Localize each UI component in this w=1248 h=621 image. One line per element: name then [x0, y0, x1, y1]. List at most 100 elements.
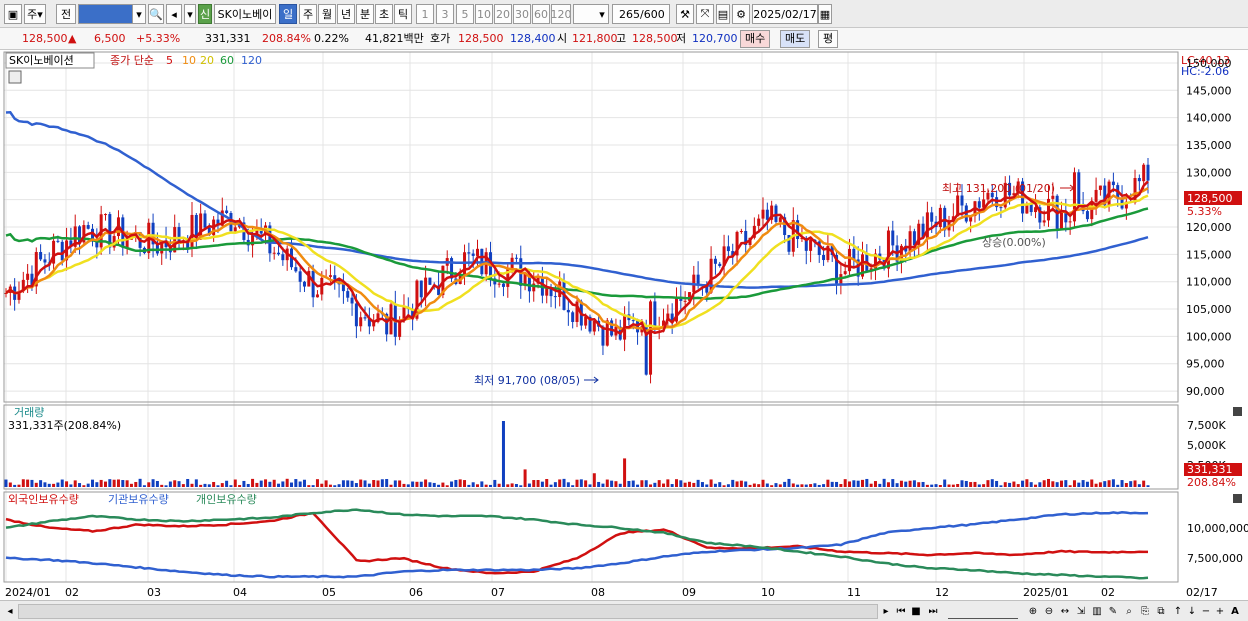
volume-bar [623, 458, 627, 487]
x-label: 02 [1101, 586, 1115, 599]
save-icon[interactable]: ▤ [716, 4, 730, 24]
market-select[interactable]: 주 ▾ [24, 4, 46, 24]
volume-bar [791, 483, 795, 487]
zoom-out-icon[interactable]: ⊖ [1042, 604, 1056, 619]
period-second[interactable]: 초 [375, 4, 393, 24]
volume-bar [787, 478, 791, 487]
volume-bar [618, 483, 622, 487]
first-page-icon[interactable]: ⏮ [894, 604, 908, 619]
expand-icon[interactable]: ⇲ [1074, 604, 1088, 619]
code-dropdown-icon[interactable]: ▾ [132, 4, 146, 24]
period-year[interactable]: 년 [337, 4, 355, 24]
num-3[interactable]: 3 [436, 4, 454, 24]
stock-code-input[interactable] [78, 4, 136, 24]
volume-bar [324, 480, 328, 487]
speaker-dropdown-icon[interactable]: ▾ [184, 4, 196, 24]
speaker-icon[interactable]: ◂ [166, 4, 182, 24]
candle-body [1111, 181, 1115, 186]
buy-button[interactable]: 매수 [740, 30, 771, 48]
candle-body [281, 254, 285, 261]
font-size-icon[interactable]: A [1228, 604, 1242, 619]
volume-bar [610, 480, 614, 487]
chart-tools-icon[interactable]: ⚒ [676, 4, 694, 24]
volume-bar [294, 479, 298, 487]
zoom-slider[interactable] [948, 604, 1018, 619]
date-field[interactable]: 2025/02/17 [752, 4, 818, 24]
candle-body [886, 230, 890, 269]
volume-bar [454, 479, 458, 487]
print-icon[interactable]: ▥ [1090, 604, 1104, 619]
candle-body [233, 227, 237, 232]
plus-icon[interactable]: + [1214, 604, 1226, 619]
volume-panel-close-icon[interactable] [1233, 407, 1242, 416]
period-day[interactable]: 일 [279, 4, 297, 24]
period-month[interactable]: 월 [318, 4, 336, 24]
volume-bar [177, 481, 181, 487]
num-20[interactable]: 20 [494, 4, 512, 24]
volume-bar [424, 479, 428, 487]
price-y-label: 135,000 [1186, 139, 1232, 152]
magnifier-icon[interactable]: ⌕ [1122, 604, 1136, 619]
scroll-right-icon[interactable]: ▸ [880, 604, 892, 619]
volume-bar [1085, 481, 1089, 487]
stock-chart[interactable]: SK이노베이션 종가 단순 5 10 20 60 120 LC:40.13 HC… [0, 50, 1248, 600]
volume-bar [584, 480, 588, 487]
price-y-label: 110,000 [1186, 276, 1232, 289]
volume-bar [718, 482, 722, 487]
volume-bar [990, 479, 994, 487]
search-icon[interactable]: 🔍 [148, 4, 164, 24]
candle-body [566, 309, 570, 313]
stop-icon[interactable]: ■ [910, 604, 922, 619]
crosshair-icon[interactable]: ⤧ [696, 4, 714, 24]
data-table-icon[interactable] [8, 70, 22, 84]
candle-body [103, 214, 107, 216]
period-minute[interactable]: 분 [356, 4, 374, 24]
period-tick[interactable]: 틱 [394, 4, 412, 24]
eval-button[interactable]: 평 [818, 30, 839, 48]
screenshot-icon[interactable]: ⧉ [1154, 604, 1168, 619]
stock-code-field[interactable] [79, 5, 135, 23]
volume-bar [1034, 484, 1038, 487]
horizontal-scrollbar[interactable] [18, 604, 878, 619]
volume-bar [411, 481, 415, 487]
candle-body [1059, 210, 1063, 229]
volume-bar [761, 479, 765, 487]
holding-panel-close-icon[interactable] [1233, 494, 1242, 503]
volume-bar [73, 480, 77, 487]
period-week[interactable]: 주 [299, 4, 317, 24]
ma-legend-60: 60 [220, 54, 234, 67]
volume-bar [125, 480, 129, 487]
fit-icon[interactable]: ↔ [1058, 604, 1072, 619]
count-field[interactable]: 265/600 [612, 4, 670, 24]
num-5[interactable]: 5 [456, 4, 474, 24]
volume-bar [527, 483, 531, 487]
arrow-down-icon[interactable]: ↓ [1186, 604, 1198, 619]
sell-button[interactable]: 매도 [780, 30, 811, 48]
prev-button[interactable]: 전 [56, 4, 76, 24]
last-page-icon[interactable]: ⏭ [926, 604, 940, 619]
volume-bar [359, 479, 363, 487]
calendar-icon[interactable]: ▦ [818, 4, 832, 24]
custom-number-select[interactable]: ▾ [573, 4, 609, 24]
volume-bar [328, 484, 332, 487]
volume-bar [272, 479, 276, 487]
num-60[interactable]: 60 [532, 4, 550, 24]
volume-current-text: 331,331 [1187, 463, 1233, 476]
num-30[interactable]: 30 [513, 4, 531, 24]
zoom-in-icon[interactable]: ⊕ [1026, 604, 1040, 619]
volume-bar [886, 482, 890, 487]
num-10[interactable]: 10 [475, 4, 493, 24]
volume-bar [666, 479, 670, 487]
scroll-left-icon[interactable]: ◂ [4, 604, 16, 619]
copy-icon[interactable]: ⎘ [1138, 604, 1152, 619]
window-menu-icon[interactable]: ▣ [4, 4, 22, 24]
minus-icon[interactable]: − [1200, 604, 1212, 619]
volume-bar [982, 484, 986, 487]
arrow-up-icon[interactable]: ↑ [1172, 604, 1184, 619]
gear-icon[interactable]: ⚙ [732, 4, 750, 24]
open-label: 시 [557, 32, 568, 45]
tool-icon[interactable]: ✎ [1106, 604, 1120, 619]
num-1[interactable]: 1 [416, 4, 434, 24]
candle-body [977, 201, 981, 208]
num-120[interactable]: 120 [551, 4, 571, 24]
